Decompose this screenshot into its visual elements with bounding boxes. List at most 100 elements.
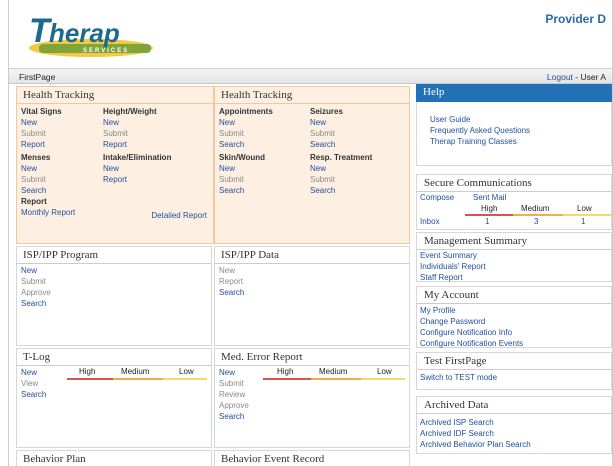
tlog-high-bar [67, 378, 113, 380]
tlog-new-link[interactable]: New [21, 368, 37, 377]
med-error-high-bar [263, 378, 311, 380]
my-account-panel: My Account My Profile Change Password Co… [416, 286, 612, 348]
height-weight-heading: Height/Weight [103, 107, 157, 116]
height-weight-new-link[interactable]: New [103, 118, 119, 127]
med-error-approve: Approve [219, 401, 249, 410]
vital-signs-report-link[interactable]: Report [21, 140, 45, 149]
sent-mail-link[interactable]: Sent Mail [473, 193, 506, 202]
intake-new-link[interactable]: New [103, 164, 119, 173]
inbox-medium-count[interactable]: 3 [534, 217, 538, 226]
tlog-panel: T-Log New View Search High Medium Low [16, 348, 212, 448]
help-header: Help [416, 84, 612, 102]
health-tracking-panel-2: Health Tracking Appointments New Submit … [214, 86, 410, 244]
tlog-medium-bar [113, 378, 163, 380]
panel-title: ISP/IPP Program [23, 249, 99, 261]
training-classes-link[interactable]: Therap Training Classes [430, 137, 517, 146]
med-error-review: Review [219, 390, 246, 399]
resp-treatment-submit: Submit [310, 175, 335, 184]
config-notification-events-link[interactable]: Configure Notification Events [420, 339, 523, 348]
med-error-search-link[interactable]: Search [219, 412, 244, 421]
change-password-link[interactable]: Change Password [420, 317, 485, 326]
detailed-report-link[interactable]: Detailed Report [151, 211, 207, 220]
panel-title: Health Tracking [23, 89, 95, 101]
config-notification-info-link[interactable]: Configure Notification Info [420, 328, 512, 337]
appointments-new-link[interactable]: New [219, 118, 235, 127]
tlog-low-label: Low [179, 367, 194, 376]
panel-title: T-Log [23, 351, 51, 363]
tlog-high-label: High [79, 367, 96, 376]
isp-program-new-link[interactable]: New [21, 266, 37, 275]
vital-signs-new-link[interactable]: New [21, 118, 37, 127]
panel-title: Health Tracking [221, 89, 293, 101]
report-heading: Report [21, 197, 47, 206]
isp-data-search-link[interactable]: Search [219, 288, 244, 297]
inbox-high-count[interactable]: 1 [485, 217, 489, 226]
archived-data-panel: Archived Data Archived ISP Search Archiv… [416, 396, 612, 454]
appointments-heading: Appointments [219, 107, 273, 116]
user-area: Logout - User A [547, 72, 606, 82]
seizures-search-link[interactable]: Search [310, 140, 335, 149]
panel-title: Behavior Event Record [221, 453, 325, 465]
priority-high-label: High [481, 204, 498, 213]
menses-heading: Menses [21, 153, 51, 162]
resp-treatment-search-link[interactable]: Search [310, 186, 335, 195]
behavior-event-panel: Behavior Event Record [214, 450, 410, 466]
panel-title: Secure Communications [424, 177, 532, 189]
skin-wound-search-link[interactable]: Search [219, 186, 244, 195]
my-profile-link[interactable]: My Profile [420, 306, 456, 315]
monthly-report-link[interactable]: Monthly Report [21, 208, 75, 217]
faq-link[interactable]: Frequently Asked Questions [430, 126, 530, 135]
therap-logo[interactable]: T herap SERVICES [19, 8, 159, 63]
event-summary-link[interactable]: Event Summary [420, 251, 477, 260]
isp-program-submit: Submit [21, 277, 46, 286]
isp-program-panel: ISP/IPP Program New Submit Approve Searc… [16, 246, 212, 346]
tlog-search-link[interactable]: Search [21, 390, 46, 399]
svg-text:herap: herap [49, 18, 120, 48]
user-guide-link[interactable]: User Guide [430, 115, 470, 124]
isp-program-approve: Approve [21, 288, 51, 297]
priority-medium-label: Medium [521, 204, 550, 213]
menses-submit: Submit [21, 175, 46, 184]
user-name: - User A [575, 72, 606, 82]
skin-wound-submit: Submit [219, 175, 244, 184]
inbox-link[interactable]: Inbox [420, 217, 440, 226]
intake-report-link[interactable]: Report [103, 175, 127, 184]
switch-test-mode-link[interactable]: Switch to TEST mode [420, 373, 497, 382]
tlog-low-bar [163, 378, 207, 380]
svg-text:SERVICES: SERVICES [83, 48, 129, 54]
staff-report-link[interactable]: Staff Report [420, 273, 463, 282]
vital-signs-submit: Submit [21, 129, 46, 138]
logout-link[interactable]: Logout [547, 72, 573, 82]
seizures-submit: Submit [310, 129, 335, 138]
isp-data-panel: ISP/IPP Data New Report Search [214, 246, 410, 346]
archived-behavior-plan-search-link[interactable]: Archived Behavior Plan Search [420, 440, 531, 449]
med-error-new-link[interactable]: New [219, 368, 235, 377]
inbox-low-count[interactable]: 1 [581, 217, 585, 226]
panel-title: My Account [424, 289, 479, 301]
priority-medium-bar [513, 214, 563, 216]
provider-name: Provider D [545, 12, 606, 26]
height-weight-report-link[interactable]: Report [103, 140, 127, 149]
nav-bar: FirstPage Logout - User A [9, 68, 612, 84]
archived-isp-search-link[interactable]: Archived ISP Search [420, 418, 494, 427]
menses-new-link[interactable]: New [21, 164, 37, 173]
med-error-medium-label: Medium [319, 367, 348, 376]
panel-title: Med. Error Report [221, 351, 303, 363]
resp-treatment-new-link[interactable]: New [310, 164, 326, 173]
isp-program-search-link[interactable]: Search [21, 299, 46, 308]
seizures-new-link[interactable]: New [310, 118, 326, 127]
archived-idf-search-link[interactable]: Archived IDF Search [420, 429, 494, 438]
individuals-report-link[interactable]: Individuals' Report [420, 262, 486, 271]
panel-title: Management Summary [424, 235, 527, 247]
menses-search-link[interactable]: Search [21, 186, 46, 195]
compose-link[interactable]: Compose [420, 193, 454, 202]
header: T herap SERVICES Provider D [9, 0, 612, 68]
appointments-submit: Submit [219, 129, 244, 138]
height-weight-submit: Submit [103, 129, 128, 138]
appointments-search-link[interactable]: Search [219, 140, 244, 149]
test-firstpage-panel: Test FirstPage Switch to TEST mode [416, 352, 612, 390]
panel-title: ISP/IPP Data [221, 249, 279, 261]
skin-wound-new-link[interactable]: New [219, 164, 235, 173]
current-page-label: FirstPage [19, 72, 56, 82]
isp-data-new: New [219, 266, 236, 275]
